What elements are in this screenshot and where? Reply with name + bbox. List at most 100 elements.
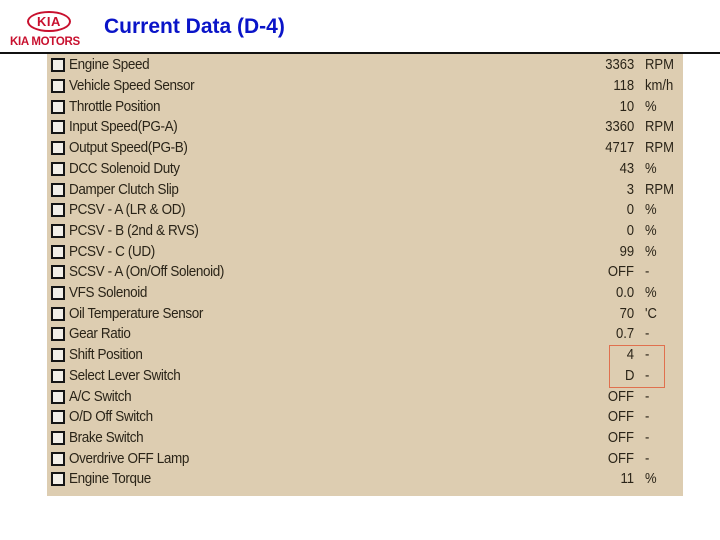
row-unit: % — [645, 471, 657, 488]
row-unit: RPM — [645, 181, 675, 198]
row-checkbox[interactable] — [51, 120, 65, 135]
row-unit: - — [645, 326, 650, 343]
row-value: 4717 — [604, 140, 634, 157]
row-unit: km/h — [645, 78, 674, 95]
row-checkbox[interactable] — [51, 99, 65, 114]
data-row: Overdrive OFF Lamp OFF - — [47, 448, 683, 469]
data-row: Output Speed(PG-B) 4717 RPM — [47, 138, 683, 159]
logo-mark: KIA — [37, 14, 61, 29]
row-unit: % — [645, 202, 657, 219]
row-value: 0.0 — [615, 285, 634, 302]
row-label: Engine Torque — [69, 471, 151, 488]
page-title: Current Data (D-4) — [104, 15, 285, 38]
row-label: DCC Solenoid Duty — [69, 160, 180, 177]
row-unit: % — [645, 222, 657, 239]
row-unit: - — [645, 429, 650, 446]
row-value: 43 — [619, 160, 634, 177]
row-label: Vehicle Speed Sensor — [69, 78, 195, 95]
row-checkbox[interactable] — [51, 265, 65, 280]
row-value: 3360 — [604, 119, 634, 136]
data-row: A/C Switch OFF - — [47, 386, 683, 407]
kia-oval-emblem-icon: KIA — [27, 11, 71, 32]
data-row: DCC Solenoid Duty 43% — [47, 159, 683, 180]
row-checkbox[interactable] — [51, 472, 65, 487]
row-unit: - — [645, 264, 650, 281]
row-label: Overdrive OFF Lamp — [69, 450, 189, 467]
data-row: Vehicle Speed Sensor 118 km/h — [47, 76, 683, 97]
data-row: Throttle Position 10% — [47, 96, 683, 117]
row-unit: RPM — [645, 119, 675, 136]
logo-text: KIA MOTORS — [10, 36, 80, 48]
kia-motors-logo: KIA KIA MOTORS — [8, 10, 90, 50]
row-checkbox[interactable] — [51, 348, 65, 363]
row-label: Output Speed(PG-B) — [69, 140, 188, 157]
row-value: 118 — [613, 78, 634, 95]
row-checkbox[interactable] — [51, 327, 65, 342]
row-checkbox[interactable] — [51, 161, 65, 176]
row-checkbox[interactable] — [51, 223, 65, 238]
row-unit: - — [645, 388, 650, 405]
data-row: SCSV - A (On/Off Solenoid) OFF - — [47, 262, 683, 283]
row-label: Brake Switch — [69, 429, 144, 446]
row-checkbox[interactable] — [51, 451, 65, 466]
row-unit: 'C — [645, 305, 657, 322]
row-label: Oil Temperature Sensor — [69, 305, 203, 322]
row-value: 3363 — [604, 57, 634, 74]
row-value: 4 — [626, 347, 634, 364]
row-unit: - — [645, 367, 650, 384]
data-row: Brake Switch OFF - — [47, 428, 683, 449]
data-row: Input Speed(PG-A) 3360 RPM — [47, 117, 683, 138]
row-label: Select Lever Switch — [69, 367, 181, 384]
row-checkbox[interactable] — [51, 286, 65, 301]
row-checkbox[interactable] — [51, 182, 65, 197]
row-unit: % — [645, 285, 657, 302]
data-row: Gear Ratio 0.7- — [47, 324, 683, 345]
row-label: PCSV - C (UD) — [69, 243, 155, 260]
row-value: D — [624, 367, 634, 384]
row-value: 0.7 — [615, 326, 634, 343]
row-unit: RPM — [645, 140, 675, 157]
row-value: OFF — [607, 388, 634, 405]
row-label: A/C Switch — [69, 388, 132, 405]
row-value: 0 — [626, 202, 634, 219]
data-row: PCSV - A (LR & OD) 0% — [47, 200, 683, 221]
row-checkbox[interactable] — [51, 58, 65, 73]
row-value: 0 — [626, 222, 634, 239]
row-value: OFF — [607, 429, 634, 446]
row-unit: % — [645, 98, 657, 115]
row-label: PCSV - A (LR & OD) — [69, 202, 186, 219]
row-checkbox[interactable] — [51, 368, 65, 383]
row-checkbox[interactable] — [51, 389, 65, 404]
row-value: OFF — [607, 450, 634, 467]
row-value: 3 — [626, 181, 634, 198]
row-value: 11 — [620, 471, 634, 488]
row-unit: RPM — [645, 57, 675, 74]
data-row: O/D Off Switch OFF - — [47, 407, 683, 428]
data-row: VFS Solenoid 0.0% — [47, 283, 683, 304]
row-value: OFF — [607, 409, 634, 426]
current-data-panel: Engine Speed 3363 RPM Vehicle Speed Sensor 1… — [47, 54, 683, 496]
row-label: O/D Off Switch — [69, 409, 153, 426]
data-row: Damper Clutch Slip 3 RPM — [47, 179, 683, 200]
row-value: 10 — [619, 98, 634, 115]
row-unit: % — [645, 160, 657, 177]
row-label: SCSV - A (On/Off Solenoid) — [69, 264, 224, 281]
data-row: Select Lever Switch D - — [47, 366, 683, 387]
row-checkbox[interactable] — [51, 410, 65, 425]
row-label: Input Speed(PG-A) — [69, 119, 178, 136]
row-label: Shift Position — [69, 347, 143, 364]
data-row: PCSV - C (UD) 99% — [47, 241, 683, 262]
row-unit: - — [645, 409, 650, 426]
data-row: Oil Temperature Sensor 70 'C — [47, 303, 683, 324]
row-checkbox[interactable] — [51, 203, 65, 218]
row-value: 99 — [619, 243, 634, 260]
row-value: OFF — [607, 264, 634, 281]
row-label: VFS Solenoid — [69, 285, 148, 302]
row-checkbox[interactable] — [51, 141, 65, 156]
row-label: Throttle Position — [69, 98, 161, 115]
row-checkbox[interactable] — [51, 306, 65, 321]
row-unit: - — [645, 450, 650, 467]
row-checkbox[interactable] — [51, 79, 65, 94]
row-checkbox[interactable] — [51, 430, 65, 445]
row-checkbox[interactable] — [51, 244, 65, 259]
